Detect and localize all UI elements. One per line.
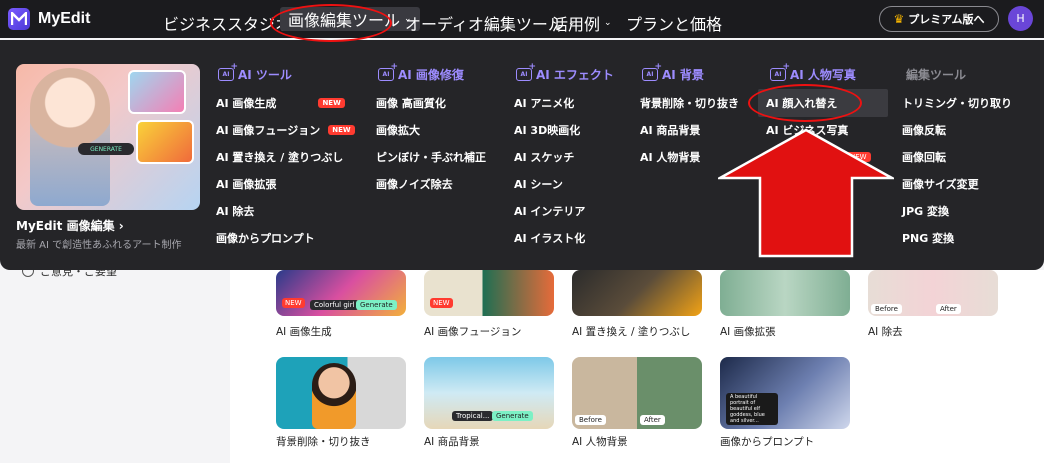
caption-ai-image-expand[interactable]: AI 画像拡張 xyxy=(720,324,776,339)
annotation-circle-face-swap xyxy=(748,84,862,122)
ai-sparkle-icon: AI xyxy=(642,62,662,81)
caption-ai-replace[interactable]: AI 置き換え / 塗りつぶし xyxy=(572,324,690,339)
nav-use-cases[interactable]: 活用例 ⌄ xyxy=(552,11,612,35)
nav-label: 活用例 xyxy=(552,15,601,34)
menu-ai-sketch[interactable]: AI スケッチ xyxy=(514,149,574,165)
new-badge: NEW xyxy=(318,98,345,108)
menu-image-to-prompt[interactable]: 画像からプロンプト xyxy=(216,230,315,246)
header-ai-tools: AIAI ツール xyxy=(218,62,292,83)
prompt-chip: Tropical... xyxy=(452,411,494,421)
ai-sparkle-icon: AI xyxy=(516,62,536,81)
menu-ai-scene[interactable]: AI シーン xyxy=(514,176,563,192)
top-navigation-bar: MyEdit ビジネススタジオ⌄ 画像編集ツール⌄ オーディオ編集ツール⌄ 活用… xyxy=(0,0,1044,38)
menu-rotate[interactable]: 画像回転 xyxy=(902,149,946,165)
myedit-logo-icon xyxy=(8,8,30,30)
caption-ai-image-fusion[interactable]: AI 画像フュージョン xyxy=(424,324,521,339)
annotation-circle-nav xyxy=(270,4,392,42)
sidebar xyxy=(0,270,230,463)
menu-ai-replace-fill[interactable]: AI 置き換え / 塗りつぶし xyxy=(216,149,343,165)
generate-chip: GENERATE xyxy=(78,143,134,155)
menu-deblur[interactable]: ピンぼけ・手ぶれ補正 xyxy=(376,149,486,165)
caption-ai-product-background[interactable]: AI 商品背景 xyxy=(424,434,480,449)
thumb-image-to-prompt[interactable]: A beautiful portrait of beautiful elf go… xyxy=(720,357,850,429)
header-ai-background: AIAI 背景 xyxy=(642,62,704,83)
nav-pricing[interactable]: プランと価格 xyxy=(626,11,722,35)
ai-sparkle-icon: AI xyxy=(378,62,398,81)
nav-label: オーディオ編集ツール xyxy=(405,15,564,34)
before-label: Before xyxy=(871,304,902,314)
promo-subtitle: 最新 AI で創造性あふれるアート制作 xyxy=(16,240,182,251)
menu-ai-remove[interactable]: AI 除去 xyxy=(216,203,254,219)
generate-chip: Generate xyxy=(356,300,397,310)
new-badge: NEW xyxy=(328,125,355,135)
thumb-ai-product-background[interactable]: Tropical... Generate xyxy=(424,357,554,429)
person-image xyxy=(312,363,356,429)
menu-ai-image-generation[interactable]: AI 画像生成 NEW xyxy=(216,95,345,111)
caption-ai-person-background[interactable]: AI 人物背景 xyxy=(572,434,628,449)
new-badge: NEW xyxy=(282,298,305,308)
thumb-ai-image-generation[interactable]: NEW Colorful girl Generate xyxy=(276,270,406,316)
menu-ai-product-background[interactable]: AI 商品背景 xyxy=(640,122,700,138)
menu-crop[interactable]: トリミング・切り取り xyxy=(902,95,1012,111)
promo-card-car xyxy=(136,120,194,164)
menu-ai-image-expand[interactable]: AI 画像拡張 xyxy=(216,176,276,192)
nav-audio-editing-tools[interactable]: オーディオ編集ツール ⌄ xyxy=(405,11,575,35)
myedit-logo[interactable]: MyEdit xyxy=(8,8,90,30)
header-ai-effects: AIAI エフェクト xyxy=(516,62,614,83)
chevron-down-icon: ⌄ xyxy=(604,18,612,28)
menu-image-upscale[interactable]: 画像拡大 xyxy=(376,122,420,138)
nav-label: プランと価格 xyxy=(626,15,723,34)
promo-title[interactable]: MyEdit 画像編集 › xyxy=(16,217,124,234)
menu-ai-illustration[interactable]: AI イラスト化 xyxy=(514,230,585,246)
caption-image-to-prompt[interactable]: 画像からプロンプト xyxy=(720,434,814,449)
prompt-chip: Colorful girl xyxy=(310,300,359,310)
caption-background-removal[interactable]: 背景削除・切り抜き xyxy=(276,434,371,449)
menu-ai-anime[interactable]: AI アニメ化 xyxy=(514,95,574,111)
promo-image[interactable]: GENERATE xyxy=(16,64,200,210)
thumb-background-removal[interactable] xyxy=(276,357,406,429)
menu-image-enhance[interactable]: 画像 高画質化 xyxy=(376,95,446,111)
menu-background-removal[interactable]: 背景削除・切り抜き xyxy=(640,95,739,111)
header-ai-image-restore: AIAI 画像修復 xyxy=(378,62,464,83)
thumb-ai-person-background[interactable]: Before After xyxy=(572,357,702,429)
menu-jpg-convert[interactable]: JPG 変換 xyxy=(902,203,949,219)
thumb-ai-replace[interactable] xyxy=(572,270,702,316)
menu-ai-3d-movie[interactable]: AI 3D映画化 xyxy=(514,122,580,138)
promo-card-flamingo xyxy=(128,70,186,114)
header-ai-portrait: AIAI 人物写真 xyxy=(770,62,856,83)
thumb-ai-image-expand[interactable] xyxy=(720,270,850,316)
thumb-ai-remove[interactable]: Before After xyxy=(868,270,998,316)
premium-label: プレミアム版へ xyxy=(908,13,985,26)
caption-ai-image-generation[interactable]: AI 画像生成 xyxy=(276,324,332,339)
thumb-ai-image-fusion[interactable]: NEW xyxy=(424,270,554,316)
caption-ai-remove[interactable]: AI 除去 xyxy=(868,324,903,339)
before-label: Before xyxy=(575,415,606,425)
promo-portrait xyxy=(30,68,110,206)
premium-button[interactable]: ♛ プレミアム版へ xyxy=(879,6,999,32)
generate-chip: Generate xyxy=(492,411,533,421)
ai-sparkle-icon: AI xyxy=(770,62,790,81)
new-badge: NEW xyxy=(430,298,453,308)
menu-ai-image-fusion[interactable]: AI 画像フュージョン NEW xyxy=(216,122,355,138)
menu-png-convert[interactable]: PNG 変換 xyxy=(902,230,954,246)
menu-ai-interior[interactable]: AI インテリア xyxy=(514,203,585,219)
prompt-text: A beautiful portrait of beautiful elf go… xyxy=(726,393,778,425)
menu-flip[interactable]: 画像反転 xyxy=(902,122,946,138)
app-name: MyEdit xyxy=(38,10,91,27)
annotation-arrow-up-icon xyxy=(718,128,894,258)
after-label: After xyxy=(936,304,961,314)
ai-sparkle-icon: AI xyxy=(218,62,238,81)
after-label: After xyxy=(640,415,665,425)
menu-resize[interactable]: 画像サイズ変更 xyxy=(902,176,979,192)
header-edit-tools: 編集ツール xyxy=(906,68,967,82)
crown-icon: ♛ xyxy=(893,12,905,26)
menu-ai-person-background[interactable]: AI 人物背景 xyxy=(640,149,700,165)
menu-denoise[interactable]: 画像ノイズ除去 xyxy=(376,176,453,192)
user-avatar[interactable]: H xyxy=(1008,6,1033,31)
